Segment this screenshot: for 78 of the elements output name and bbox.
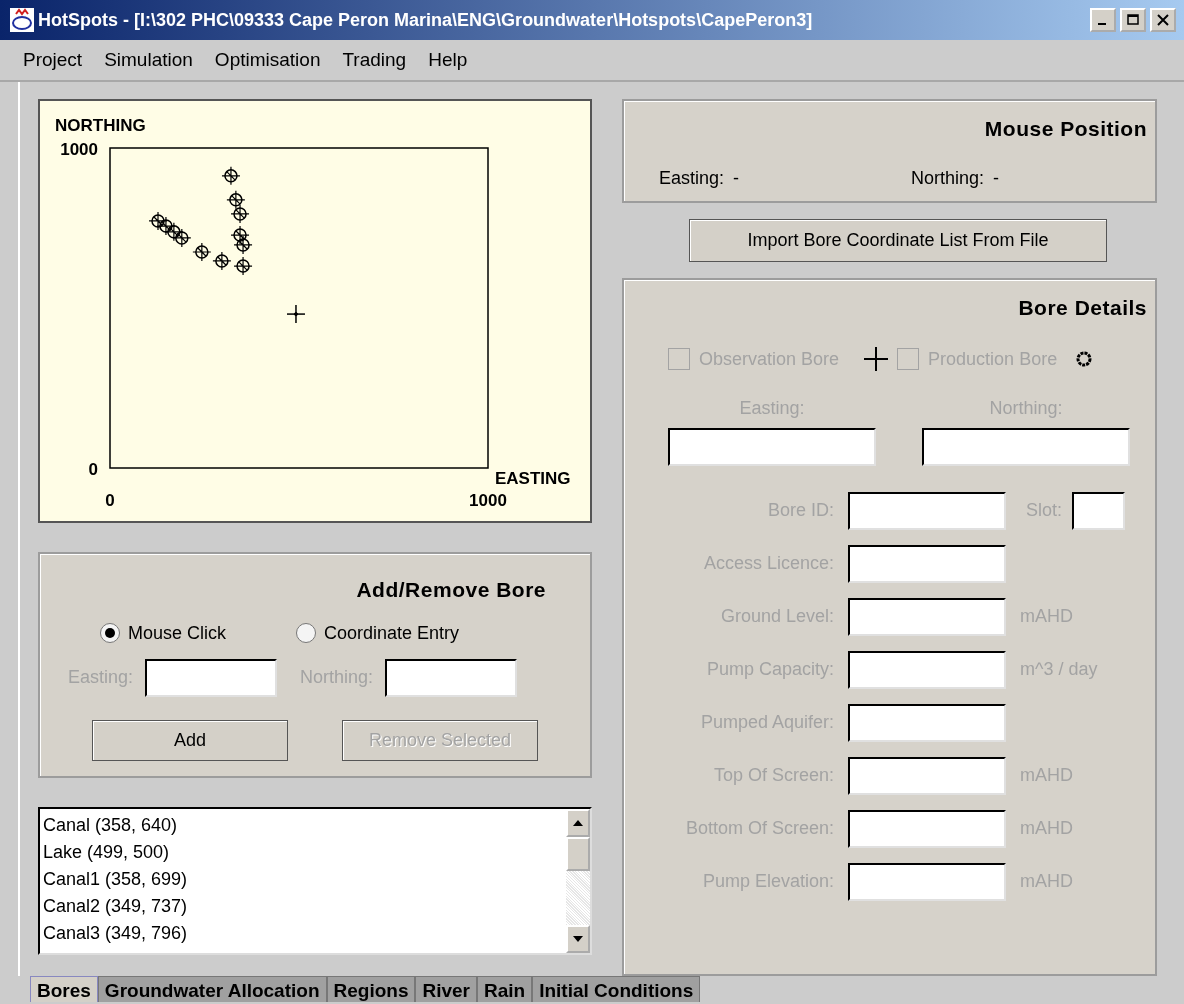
- menu-item[interactable]: Trading: [331, 45, 418, 75]
- maximize-icon[interactable]: [1126, 14, 1140, 26]
- minimize-button[interactable]: [1090, 8, 1116, 32]
- app-icon: [10, 8, 34, 32]
- import-button[interactable]: Import Bore Coordinate List From File: [689, 219, 1107, 262]
- panel-title: Mouse Position: [983, 116, 1147, 142]
- tick-label: 0: [88, 460, 98, 479]
- production-bore-marker[interactable]: [230, 204, 250, 224]
- scroll-up-button[interactable]: [566, 809, 590, 837]
- tab[interactable]: Bores: [30, 976, 98, 1002]
- production-bore-marker[interactable]: [226, 190, 246, 210]
- axis-label: EASTING: [495, 469, 571, 488]
- field-label: Easting:: [659, 166, 725, 190]
- radio-icon[interactable]: [296, 623, 317, 643]
- radio-option[interactable]: Mouse Click: [100, 619, 227, 647]
- tab[interactable]: Groundwater Allocation: [97, 976, 327, 1002]
- axis-label: NORTHING: [55, 116, 146, 135]
- production-bore-marker[interactable]: [192, 242, 212, 262]
- production-bore-marker[interactable]: [230, 225, 250, 245]
- menu-item[interactable]: Project: [12, 45, 94, 75]
- input-field[interactable]: [848, 544, 1006, 583]
- maximize-button[interactable]: [1120, 8, 1146, 32]
- observation-bore-marker[interactable]: [286, 304, 306, 324]
- easting-field[interactable]: [668, 427, 876, 466]
- field-label: Northing:: [911, 166, 985, 190]
- list-item[interactable]: Canal3 (349, 796): [43, 920, 566, 947]
- northing-field[interactable]: [385, 658, 518, 697]
- input-field[interactable]: [848, 862, 1006, 901]
- panel-title: Add/Remove Bore: [355, 577, 546, 603]
- button[interactable]: Add: [92, 719, 288, 761]
- bore-list[interactable]: Canal (358, 640) Lake (499, 500) Canal1 (358, 699) Canal2 (349, 737) Canal3 (349, 796): [38, 807, 592, 955]
- plus-icon: [863, 346, 890, 372]
- northing-field[interactable]: [922, 427, 1130, 466]
- map-plot[interactable]: NORTHING 1000 0 EASTING 0 1000: [38, 99, 592, 523]
- close-button[interactable]: [1150, 8, 1176, 32]
- production-bore-marker[interactable]: [212, 251, 232, 271]
- list-item[interactable]: Canal (358, 640): [43, 812, 566, 839]
- input-field[interactable]: [848, 809, 1006, 848]
- list-item[interactable]: Canal1 (358, 699): [43, 866, 566, 893]
- radio-icon[interactable]: [100, 623, 120, 643]
- production-bore-marker[interactable]: [233, 235, 253, 255]
- tick-label: 0: [105, 491, 115, 510]
- menu-item[interactable]: Help: [417, 45, 479, 75]
- radio-option[interactable]: Coordinate Entry: [296, 619, 460, 647]
- input-field[interactable]: [848, 650, 1006, 689]
- window-title: HotSpots - [I:\302 PHC\09333 Cape Peron Marina\ENG\Groundwater\Hotspots\CapePeron3]: [38, 8, 814, 32]
- menu-item[interactable]: Optimisation: [203, 45, 332, 75]
- tab[interactable]: Rain: [477, 976, 533, 1002]
- production-bore-marker[interactable]: [221, 166, 241, 186]
- input-field[interactable]: [848, 597, 1006, 636]
- production-bore-marker[interactable]: [148, 211, 168, 231]
- scrollbar[interactable]: [566, 809, 590, 953]
- scroll-down-button[interactable]: [566, 925, 590, 953]
- production-bore-marker[interactable]: [233, 256, 253, 276]
- field-value: -: [993, 166, 1000, 190]
- ring-icon: [1075, 350, 1094, 368]
- panel-title: Bore Details: [1017, 295, 1147, 321]
- tick-label: 1000: [469, 491, 507, 510]
- list-item[interactable]: Canal2 (349, 737): [43, 893, 566, 920]
- slot-field[interactable]: [1072, 491, 1126, 530]
- scrollbar-thumb[interactable]: [566, 837, 590, 871]
- field-value: -: [733, 166, 740, 190]
- production-bore-marker[interactable]: [164, 222, 184, 242]
- list-item[interactable]: Lake (499, 500): [43, 839, 566, 866]
- tick-label: 1000: [60, 140, 98, 159]
- up-arrow-icon[interactable]: [573, 820, 583, 826]
- tab[interactable]: Regions: [326, 976, 416, 1002]
- menu-item[interactable]: Simulation: [93, 45, 204, 75]
- production-bore-marker[interactable]: [172, 228, 192, 248]
- input-field[interactable]: [848, 703, 1006, 742]
- production-bore-marker[interactable]: [156, 216, 176, 236]
- down-arrow-icon[interactable]: [573, 936, 583, 942]
- tab[interactable]: Initial Conditions: [532, 976, 701, 1002]
- close-icon[interactable]: [1156, 14, 1170, 26]
- input-field[interactable]: [848, 491, 1006, 530]
- tab[interactable]: River: [415, 976, 477, 1002]
- input-field[interactable]: [848, 756, 1006, 795]
- easting-field[interactable]: [145, 658, 278, 697]
